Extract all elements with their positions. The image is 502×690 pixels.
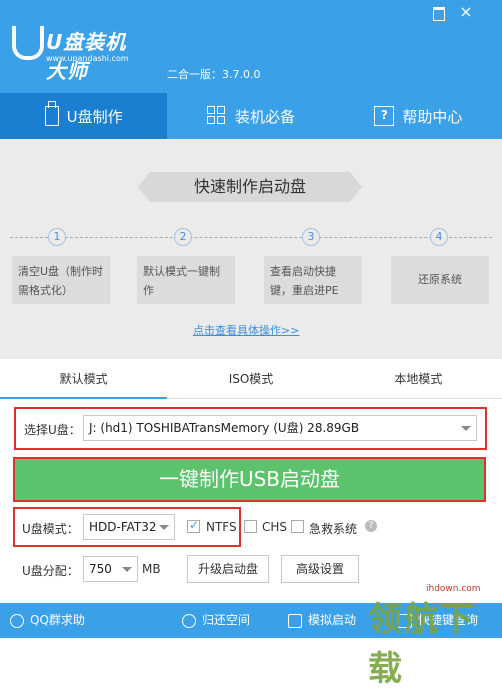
footer-restore-space[interactable]: 归还空间 [182,603,250,638]
partition-unit: MB [142,562,161,576]
nav-item-essentials[interactable]: 装机必备 [167,93,334,139]
chs-label: CHS [262,520,288,534]
detail-link[interactable]: 点击查看具体操作>> [193,322,299,338]
step-number: 1 [48,228,66,246]
usb-mode-value: HDD-FAT32 [89,520,157,534]
rescue-checkbox[interactable] [291,520,304,533]
app-header: U盘装机大师 www.upandashi.com 二合一版：3.7.0.0 × [0,0,502,93]
step-card: 还原系统 [391,256,489,304]
main-nav: U盘制作 装机必备 ? 帮助中心 [0,93,502,139]
footer-qq-help[interactable]: QQ群求助 [10,603,85,638]
tab-default-mode[interactable]: 默认模式 [0,359,168,399]
ntfs-label: NTFS [206,520,237,534]
partition-label: U盘分配： [22,564,79,578]
rescue-label: 急救系统 [309,522,358,536]
ntfs-checkbox[interactable] [187,518,200,533]
app-logo: U盘装机大师 www.upandashi.com [12,24,142,83]
watermark: ihdown.com 领航下载 [368,584,502,689]
nav-label: U盘制作 [66,107,123,126]
make-usb-button[interactable]: 一键制作USB启动盘 [13,457,486,502]
tab-iso-mode[interactable]: ISO模式 [167,359,334,398]
upgrade-button[interactable]: 升级启动盘 [187,555,269,583]
footer-label: QQ群求助 [30,613,85,627]
monitor-icon [288,613,302,628]
quick-guide-panel: 快速制作启动盘 1 2 3 4 清空U盘（制作时需格式化） 默认模式一键制作 查… [0,139,502,359]
mode-tabs: 默认模式 ISO模式 本地模式 [0,359,502,399]
partition-value: 750 [89,562,112,576]
footer-label: 模拟启动 [308,613,357,627]
step-card: 默认模式一键制作 [137,256,235,304]
usb-mode-label: U盘模式： [22,522,79,536]
make-usb-button-label: 一键制作USB启动盘 [158,467,341,491]
step-number: 2 [174,228,192,246]
version-label: 二合一版：3.7.0.0 [167,68,261,81]
nav-item-usb-make[interactable]: U盘制作 [0,93,168,139]
usb-select-value: J: (hd1) TOSHIBATransMemory (U盘) 28.89GB [89,421,360,435]
close-icon[interactable]: × [458,4,474,20]
guide-banner: 快速制作启动盘 [138,172,362,202]
help-icon[interactable]: ? [365,520,377,532]
minimize-icon[interactable] [430,4,446,21]
watermark-text: 领航下载 [368,600,476,689]
select-usb-label: 选择U盘： [24,423,81,437]
restore-icon [182,613,196,628]
nav-label: 装机必备 [234,107,295,126]
step-card: 查看启动快捷键，重启进PE [264,256,362,304]
partition-select[interactable]: 750 [83,556,138,582]
chs-checkbox[interactable] [244,520,257,533]
logo-u-icon [12,26,44,60]
usb-select[interactable]: J: (hd1) TOSHIBATransMemory (U盘) 28.89GB [83,415,477,441]
step-card: 清空U盘（制作时需格式化） [12,256,110,304]
footer-label: 归还空间 [202,613,251,627]
usb-icon [44,101,59,126]
step-number: 3 [302,228,320,246]
footer-simulate-boot[interactable]: 模拟启动 [288,603,356,638]
step-number: 4 [430,228,448,246]
tab-local-mode[interactable]: 本地模式 [335,359,502,398]
nav-item-help[interactable]: ? 帮助中心 [335,93,502,139]
steps-divider [10,237,492,238]
help-icon: ? [374,106,395,126]
qq-icon [10,613,24,628]
usb-mode-select[interactable]: HDD-FAT32 [83,514,175,540]
chevron-down-icon [159,525,169,530]
logo-url: www.upandashi.com [46,54,129,63]
advanced-settings-button[interactable]: 高级设置 [281,555,359,583]
chevron-down-icon [461,426,471,431]
nav-label: 帮助中心 [402,107,463,126]
grid-icon [206,106,227,126]
chevron-down-icon [122,567,132,572]
